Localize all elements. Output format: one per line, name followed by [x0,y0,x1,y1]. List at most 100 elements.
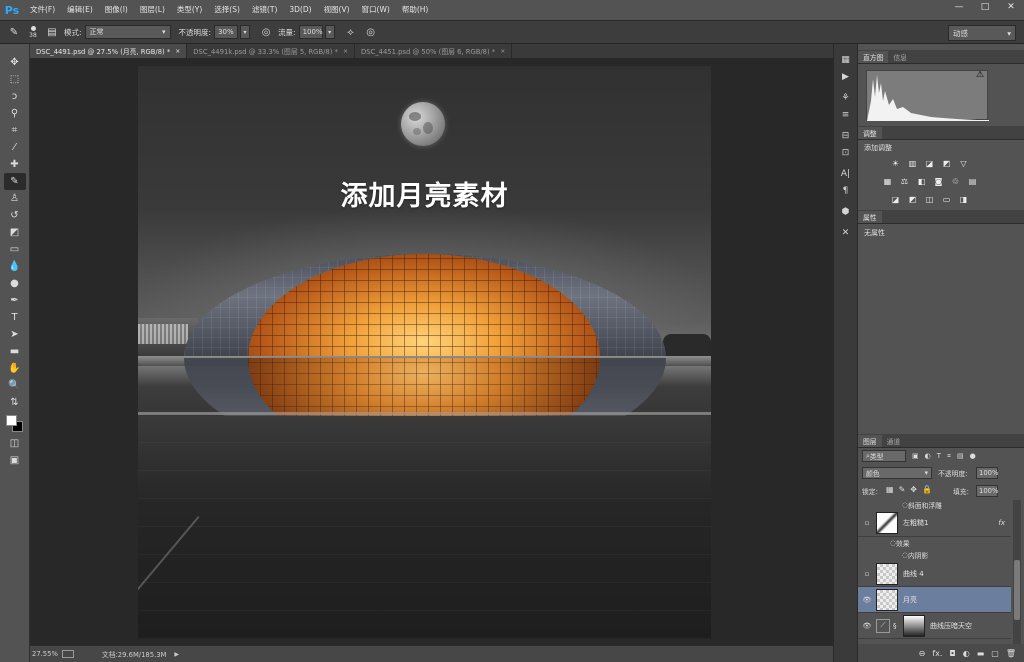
menu-window[interactable]: 窗口(W) [356,0,396,20]
exposure-icon[interactable]: ◩ [941,158,952,168]
swap-colors-icon[interactable]: ⇅ [4,394,26,411]
brush-preset-picker[interactable]: 38 [26,24,40,40]
filter-pixel-icon[interactable]: ▣ [912,452,919,460]
close-icon[interactable]: × [500,48,505,55]
zoom-tool-icon[interactable]: 🔍 [4,377,26,394]
layer-effect-row[interactable]: ◌ 内阴影 [858,549,1011,561]
minimize-button[interactable]: — [946,0,972,14]
tab-adjustments[interactable]: 调整 [858,127,882,139]
menu-view[interactable]: 视图(V) [318,0,356,20]
lock-position-icon[interactable]: ✥ [910,485,917,494]
crop-tool-icon[interactable]: ⌗ [4,122,26,139]
photo-filter-icon[interactable]: ◙ [933,176,944,186]
workspace-select[interactable]: 动感 ▾ [948,25,1016,41]
eye-icon[interactable]: ▫ [858,519,876,527]
eyedropper-tool-icon[interactable]: ⁄ [4,139,26,156]
document-canvas[interactable]: 添加月亮素材 [138,66,711,639]
doc-tab-3[interactable]: DSC_4451.psd @ 50% (图层 6, RGB/8) * × [355,44,513,58]
curves-icon[interactable]: ◪ [924,158,935,168]
menu-layer[interactable]: 图层(L) [134,0,171,20]
maximize-button[interactable]: □ [972,0,998,14]
zoom-level[interactable]: 27.55% [32,650,58,658]
brush-tool-icon[interactable]: ✎ [6,24,22,40]
filter-adjustment-icon[interactable]: ◐ [925,452,931,460]
pressure-size-icon[interactable]: ◎ [363,24,379,40]
doc-tab-2[interactable]: DSC_4491k.psd @ 33.3% (图层 5, RGB/8) * × [187,44,355,58]
close-icon[interactable]: × [175,48,180,55]
threshold-icon[interactable]: ◫ [924,194,935,204]
delete-layer-icon[interactable]: 🗑 [1006,649,1016,658]
layer-filter-select[interactable]: ⌕ 类型 [862,450,906,462]
close-icon[interactable]: × [343,48,348,55]
canvas-area[interactable]: 添加月亮素材 [30,58,833,645]
lock-all-icon[interactable]: 🔒 [922,485,932,494]
lock-pixels-icon[interactable]: ✎ [899,485,906,494]
levels-icon[interactable]: ▥ [907,158,918,168]
link-layers-icon[interactable]: ⊖ [919,649,926,658]
lasso-tool-icon[interactable]: ↄ [4,88,26,105]
new-layer-icon[interactable]: ▢ [991,649,999,658]
link-icon[interactable]: § [893,622,901,630]
marquee-tool-icon[interactable]: ⬚ [4,71,26,88]
close-button[interactable]: ✕ [998,0,1024,14]
airbrush-icon[interactable]: ⟡ [343,24,359,40]
menu-file[interactable]: 文件(F) [24,0,61,20]
pressure-opacity-icon[interactable]: ◎ [258,24,274,40]
menu-3d[interactable]: 3D(D) [283,0,317,20]
brush-settings-icon[interactable]: ≡ [837,107,855,122]
flow-input[interactable]: 100% [298,25,323,39]
character-icon[interactable]: A| [837,166,855,181]
menu-help[interactable]: 帮助(H) [396,0,435,20]
eraser-tool-icon[interactable]: ◩ [4,224,26,241]
eye-icon[interactable]: 👁 [858,622,876,630]
mode-select[interactable]: 正常 ▾ [84,25,171,39]
opacity-input[interactable]: 30% [214,25,239,39]
tab-histogram[interactable]: 直方图 [858,51,889,63]
vibrance-icon[interactable]: ▽ [958,158,969,168]
path-select-tool-icon[interactable]: ➤ [4,326,26,343]
hue-saturation-icon[interactable]: ▦ [882,176,893,186]
move-tool-icon[interactable]: ✥ [4,54,26,71]
menu-edit[interactable]: 编辑(E) [61,0,99,20]
quick-mask-icon[interactable]: ◫ [4,435,26,452]
invert-icon[interactable]: ◪ [890,194,901,204]
clone-source-icon[interactable]: ⊟ [837,128,855,143]
fill-input[interactable]: 100% [976,485,998,497]
quick-select-tool-icon[interactable]: ⚲ [4,105,26,122]
warning-icon[interactable]: ⚠ [976,70,986,80]
tab-layers[interactable]: 图层 [858,435,882,447]
brush-tool-icon[interactable]: ✎ [3,173,26,190]
brightness-icon[interactable]: ☀ [890,158,901,168]
tab-properties[interactable]: 属性 [858,211,882,223]
menu-type[interactable]: 类型(Y) [171,0,208,20]
tab-info[interactable]: 信息 [888,51,912,63]
layers-scrollbar[interactable] [1013,500,1021,645]
type-tool-icon[interactable]: T [4,309,26,326]
pen-tool-icon[interactable]: ✒ [4,292,26,309]
clone-stamp-tool-icon[interactable]: ♙ [4,190,26,207]
scrollbar-thumb[interactable] [1014,560,1020,620]
menu-image[interactable]: 图像(I) [99,0,134,20]
layer-effect-row[interactable]: ◌ 斜面和浮雕 [858,500,1011,510]
opacity-dropdown-icon[interactable]: ▾ [240,25,251,39]
add-mask-icon[interactable]: ◘ [949,649,955,658]
brush-presets-icon[interactable]: ⚘ [837,90,855,105]
posterize-icon[interactable]: ◩ [907,194,918,204]
layer-opacity-input[interactable]: 100% [976,467,998,479]
dodge-tool-icon[interactable]: ● [4,275,26,292]
filter-toggle-icon[interactable]: ● [970,452,976,460]
filter-type-icon[interactable]: T [937,452,941,460]
history-icon[interactable]: ▦ [837,52,855,67]
layer-row[interactable]: 👁 ⟋ § 曲线压暗天空 [858,613,1011,639]
gradient-tool-icon[interactable]: ▭ [4,241,26,258]
menu-filter[interactable]: 滤镜(T) [246,0,283,20]
3d-icon[interactable]: ⬢ [837,204,855,219]
layer-row[interactable]: ▫ 曲线 4 [858,561,1011,587]
screen-mode-icon[interactable]: ▣ [4,452,26,469]
channel-mixer-icon[interactable]: ♲ [950,176,961,186]
selective-color-icon[interactable]: ◨ [958,194,969,204]
layer-row-selected[interactable]: 👁 月亮 [858,587,1011,613]
tool-presets-icon[interactable]: ⊡ [837,145,855,160]
foreground-color-swatch[interactable] [5,415,17,426]
status-menu-arrow-icon[interactable]: ▶ [174,651,179,658]
